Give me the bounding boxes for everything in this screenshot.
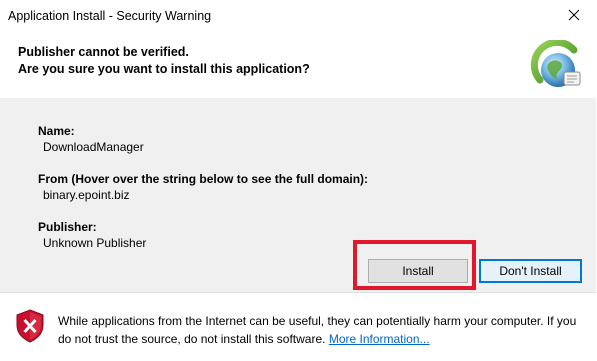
security-footer: While applications from the Internet can… [0, 292, 596, 361]
close-button[interactable] [552, 0, 596, 30]
security-shield-warning-icon [16, 309, 44, 343]
window-title: Application Install - Security Warning [8, 9, 212, 23]
from-value[interactable]: binary.epoint.biz [43, 188, 130, 202]
security-warning-dialog: Application Install - Security Warning P… [0, 0, 596, 361]
name-value: DownloadManager [43, 140, 144, 154]
close-icon [568, 9, 580, 21]
from-label: From (Hover over the string below to see… [38, 172, 369, 186]
publisher-label: Publisher: [38, 220, 97, 234]
security-warning-message: While applications from the Internet can… [58, 312, 583, 348]
header-question: Are you sure you want to install this ap… [18, 62, 310, 76]
install-button[interactable]: Install [368, 259, 468, 283]
name-label: Name: [38, 124, 75, 138]
dialog-header: Publisher cannot be verified. Are you su… [0, 32, 596, 98]
publisher-value: Unknown Publisher [43, 236, 147, 250]
header-warning-title: Publisher cannot be verified. [18, 45, 189, 59]
globe-install-icon [530, 40, 581, 87]
title-bar: Application Install - Security Warning [0, 0, 596, 32]
dont-install-button[interactable]: Don't Install [479, 259, 582, 283]
more-information-link[interactable]: More Information... [329, 332, 430, 346]
warning-text: While applications from the Internet can… [58, 314, 577, 346]
